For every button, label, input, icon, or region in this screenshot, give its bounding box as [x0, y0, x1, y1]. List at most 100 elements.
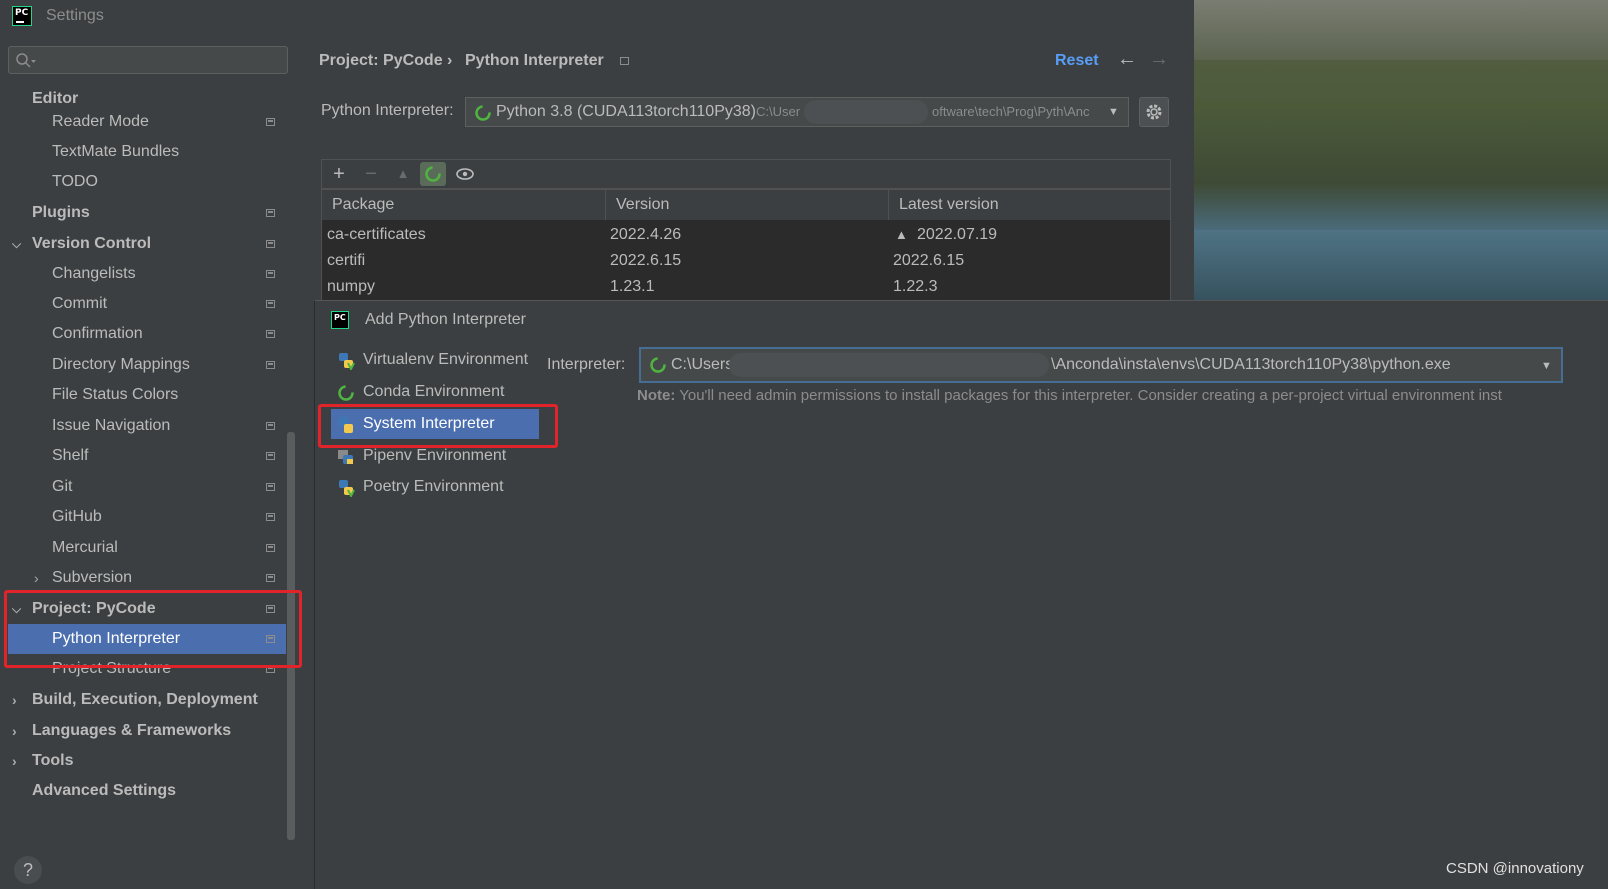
env-type-pipenv[interactable]: Pipenv Environment — [331, 441, 539, 471]
sidebar-item-label: Git — [52, 478, 73, 495]
interpreter-path-end: oftware\tech\Prog\Pyth\Anc — [932, 104, 1090, 119]
sidebar-item-confirmation[interactable]: Confirmation — [0, 319, 286, 349]
python-icon — [339, 417, 353, 433]
conda-spinner-icon — [650, 357, 666, 373]
pycharm-logo-icon: PC — [12, 6, 32, 26]
sidebar-item-label: Issue Navigation — [52, 417, 171, 434]
interpreter-settings-button[interactable] — [1139, 97, 1169, 127]
sidebar-item-git[interactable]: Git — [0, 472, 286, 502]
package-name[interactable]: ca-certificates — [327, 222, 426, 248]
column-header-latest-version[interactable]: Latest version — [889, 190, 1170, 220]
dropdown-arrow-icon: ▼ — [1541, 360, 1552, 372]
project-scope-icon — [620, 57, 629, 65]
sidebar-item-label: Build, Execution, Deployment — [32, 691, 258, 708]
package-latest: 2022.07.19 — [917, 226, 998, 243]
sidebar-item-label: File Status Colors — [52, 386, 179, 403]
admin-permissions-note: Note: You'll need admin permissions to i… — [637, 387, 1502, 404]
sidebar-item-label: Reader Mode — [52, 113, 149, 130]
conda-toggle-icon[interactable] — [420, 162, 446, 186]
project-scope-icon — [266, 209, 275, 217]
sidebar-item-label: Version Control — [32, 235, 152, 252]
sidebar-item-textmate-bundles[interactable]: TextMate Bundles — [0, 137, 286, 167]
remove-package-icon[interactable]: − — [358, 162, 384, 186]
background-water — [1194, 230, 1608, 305]
env-type-label: Virtualenv Environment — [363, 351, 529, 368]
interpreter-path-start: C:\Users — [671, 356, 734, 373]
sidebar-item-reader-mode[interactable]: Reader Mode — [0, 107, 286, 137]
sidebar-item-issue-navigation[interactable]: Issue Navigation — [0, 411, 286, 441]
project-scope-icon — [266, 240, 275, 248]
chevron-right-icon[interactable]: › — [34, 563, 39, 593]
sidebar-item-todo[interactable]: TODO — [0, 167, 286, 197]
conda-spinner-icon — [475, 105, 491, 121]
show-early-releases-eye-icon[interactable] — [452, 162, 478, 186]
project-scope-icon — [266, 544, 275, 552]
reset-link[interactable]: Reset — [1055, 52, 1099, 70]
sidebar-item-project-structure[interactable]: Project Structure — [0, 654, 286, 684]
forward-arrow-icon[interactable]: → — [1149, 48, 1169, 71]
chevron-down-icon[interactable]: ⌵ — [12, 229, 21, 259]
search-icon — [16, 53, 36, 68]
settings-search-input[interactable] — [8, 46, 288, 74]
chevron-down-icon[interactable]: ⌵ — [12, 594, 21, 624]
project-scope-icon — [266, 422, 275, 430]
interpreter-path-start: C:\User — [756, 104, 801, 119]
env-type-system-interpreter[interactable]: System Interpreter — [331, 409, 539, 439]
sidebar-item-languages-frameworks[interactable]: › Languages & Frameworks — [0, 716, 286, 746]
dropdown-arrow-icon: ▼ — [1108, 106, 1119, 118]
column-header-package[interactable]: Package — [322, 190, 606, 220]
env-type-label: Conda Environment — [363, 383, 505, 400]
package-latest: 2022.6.15 — [893, 252, 965, 269]
gear-icon — [1146, 104, 1162, 120]
sidebar-item-subversion[interactable]: › Subversion — [0, 563, 286, 593]
upgrade-package-icon[interactable]: ▲ — [390, 162, 416, 186]
project-scope-icon — [266, 361, 275, 369]
sidebar-item-build-execution-deployment[interactable]: › Build, Execution, Deployment — [0, 685, 286, 715]
sidebar-item-changelists[interactable]: Changelists — [0, 259, 286, 289]
column-header-version[interactable]: Version — [606, 190, 889, 220]
sidebar-scrollbar[interactable] — [287, 432, 295, 840]
sidebar-item-advanced-settings[interactable]: Advanced Settings — [0, 776, 286, 806]
help-button[interactable]: ? — [14, 856, 42, 884]
python-interpreter-select[interactable]: Python 3.8 (CUDA113torch110Py38) C:\User… — [465, 97, 1129, 127]
dialog-title: Add Python Interpreter — [365, 311, 526, 328]
sidebar-item-tools[interactable]: › Tools — [0, 746, 286, 776]
add-package-icon[interactable]: + — [326, 162, 352, 186]
sidebar-item-shelf[interactable]: Shelf — [0, 441, 286, 471]
sidebar-item-plugins[interactable]: Plugins — [0, 198, 286, 228]
sidebar-item-project-pycode[interactable]: ⌵ Project: PyCode — [0, 594, 286, 624]
pycharm-logo-icon: PC — [331, 311, 349, 329]
sidebar-item-python-interpreter[interactable]: Python Interpreter — [8, 624, 286, 654]
sidebar-item-file-status-colors[interactable]: File Status Colors — [0, 380, 286, 410]
redacted-path — [804, 100, 928, 124]
back-arrow-icon[interactable]: ← — [1117, 48, 1137, 71]
sidebar-item-commit[interactable]: Commit — [0, 289, 286, 319]
add-python-interpreter-dialog: PC Add Python Interpreter Virtualenv Env… — [314, 300, 1608, 889]
env-type-label: System Interpreter — [363, 415, 495, 432]
chevron-right-icon[interactable]: › — [12, 716, 17, 746]
project-scope-icon — [266, 300, 275, 308]
sidebar-item-github[interactable]: GitHub — [0, 502, 286, 532]
package-version: 1.23.1 — [610, 278, 655, 295]
sidebar-item-version-control[interactable]: ⌵ Version Control — [0, 229, 286, 259]
chevron-right-icon[interactable]: › — [12, 685, 17, 715]
sidebar-item-directory-mappings[interactable]: Directory Mappings — [0, 350, 286, 380]
package-name[interactable]: numpy — [327, 274, 375, 300]
sidebar-item-label: Advanced Settings — [32, 782, 177, 799]
sidebar-item-label: TODO — [52, 173, 98, 190]
sidebar-item-mercurial[interactable]: Mercurial — [0, 533, 286, 563]
env-type-label: Pipenv Environment — [363, 447, 507, 464]
interpreter-path-select[interactable]: C:\Users \Anconda\insta\envs\CUDA113torc… — [639, 347, 1563, 383]
sidebar-item-label: GitHub — [52, 508, 102, 525]
package-name[interactable]: certifi — [327, 248, 365, 274]
project-scope-icon — [266, 513, 275, 521]
settings-sidebar: Editor Reader Mode TextMate Bundles TODO Plu… — [0, 32, 298, 889]
chevron-right-icon[interactable]: › — [12, 746, 17, 776]
project-scope-icon — [266, 605, 275, 613]
interpreter-path-end: \Anconda\insta\envs\CUDA113torch110Py38\… — [1051, 356, 1451, 373]
env-type-conda[interactable]: Conda Environment — [331, 377, 539, 407]
project-scope-icon — [266, 635, 275, 643]
conda-icon — [338, 385, 354, 401]
env-type-poetry[interactable]: Poetry Environment — [331, 472, 539, 502]
env-type-virtualenv[interactable]: Virtualenv Environment — [331, 345, 539, 375]
